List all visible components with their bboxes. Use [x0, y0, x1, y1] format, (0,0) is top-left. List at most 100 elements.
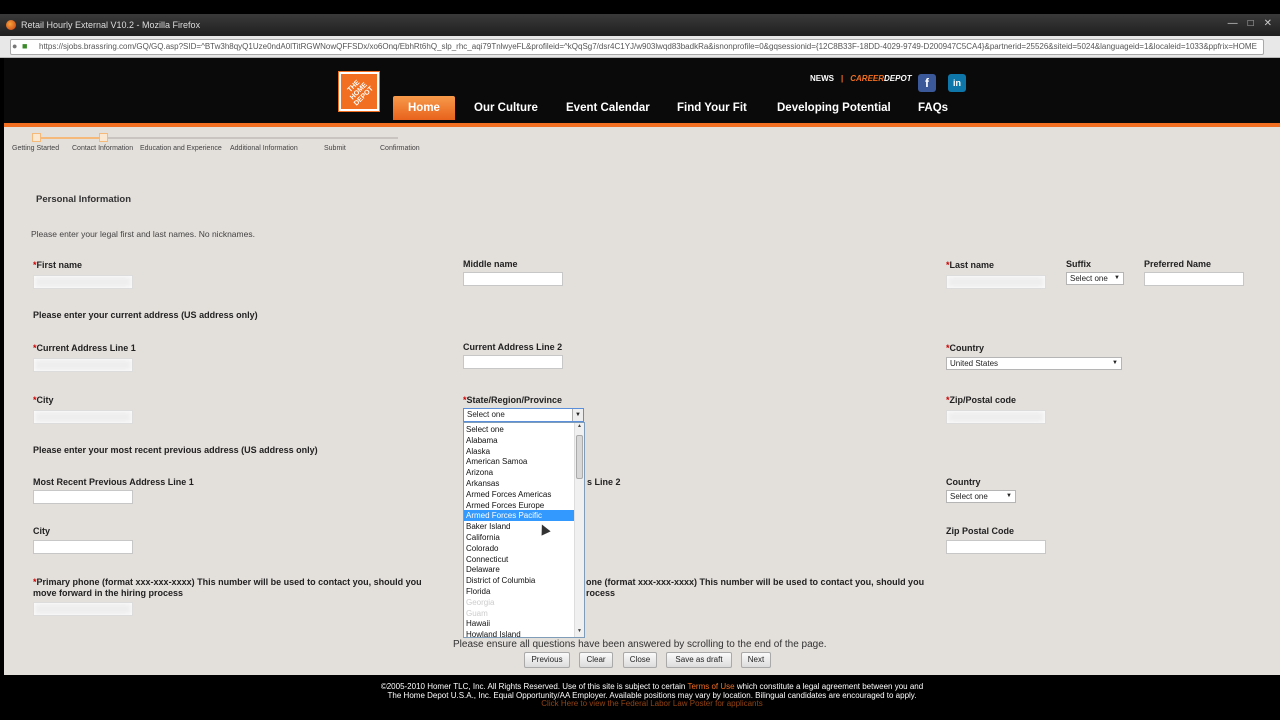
last-name-field[interactable]	[946, 275, 1046, 289]
middle-name-field[interactable]	[463, 272, 563, 286]
address-instruction: Please enter your current address (US ad…	[33, 310, 258, 320]
step-getting-started: Getting Started	[12, 145, 60, 152]
top-links: NEWS | CAREERDEPOT	[810, 74, 912, 83]
browser-urlbar: https://sjobs.brassring.com/GQ/GQ.asp?SI…	[0, 36, 1280, 58]
maximize-icon[interactable]: □	[1248, 18, 1254, 29]
scroll-notice: Please ensure all questions have been an…	[453, 639, 827, 650]
primary-phone-field[interactable]	[33, 602, 133, 616]
firefox-icon	[6, 20, 16, 30]
previous-country-label: Country	[946, 477, 981, 487]
state-option[interactable]: Arkansas	[464, 478, 574, 489]
previous-button[interactable]: Previous	[524, 652, 570, 668]
state-option[interactable]: Armed Forces Americas	[464, 489, 574, 500]
previous-address-instruction: Please enter your most recent previous a…	[33, 445, 318, 455]
country-label: *Country	[946, 343, 985, 353]
chevron-down-icon: ▼	[1114, 275, 1120, 281]
save-draft-button[interactable]: Save as draft	[666, 652, 732, 668]
address-line1-field[interactable]	[33, 358, 133, 372]
previous-address-line1-label: Most Recent Previous Address Line 1	[33, 477, 194, 487]
chevron-down-icon[interactable]: ▼	[572, 409, 583, 421]
nav-home[interactable]: Home	[393, 96, 455, 120]
chevron-down-icon: ▼	[1006, 493, 1012, 499]
close-window-icon[interactable]: ✕	[1264, 18, 1272, 29]
previous-address-line2-label: s Line 2	[587, 477, 621, 487]
news-link[interactable]: NEWS	[810, 74, 834, 83]
previous-zip-field[interactable]	[946, 540, 1046, 554]
nav-developing-potential[interactable]: Developing Potential	[777, 96, 891, 120]
previous-city-field[interactable]	[33, 540, 133, 554]
terms-of-use-link[interactable]: Terms of Use	[687, 682, 734, 691]
country-select[interactable]: United States ▼	[946, 357, 1122, 370]
url-input[interactable]: https://sjobs.brassring.com/GQ/GQ.asp?SI…	[10, 39, 1264, 55]
browser-titlebar: Retail Hourly External V10.2 - Mozilla F…	[0, 14, 1280, 36]
state-option[interactable]: Alaska	[464, 446, 574, 457]
home-depot-logo[interactable]: THE HOME DEPOT	[338, 71, 380, 112]
minimize-icon[interactable]: —	[1228, 18, 1238, 29]
careerdepot-link[interactable]: CAREERDEPOT	[850, 74, 911, 83]
state-option[interactable]: Select one	[464, 424, 574, 435]
divider: |	[841, 74, 844, 83]
state-option[interactable]: Armed Forces Europe	[464, 500, 574, 511]
state-option[interactable]: Delaware	[464, 564, 574, 575]
state-option[interactable]: Guam	[464, 608, 574, 619]
step-marker	[99, 133, 108, 142]
step-contact-information: Contact Information	[72, 145, 134, 152]
secondary-phone-label-2: rocess	[586, 588, 616, 598]
progress-track	[106, 137, 398, 139]
nav-our-culture[interactable]: Our Culture	[474, 96, 538, 120]
state-option[interactable]: District of Columbia	[464, 575, 574, 586]
linkedin-icon[interactable]: in	[948, 74, 966, 92]
copyright-line: ©2005-2010 Homer TLC, Inc. All Rights Re…	[380, 682, 924, 691]
previous-city-label: City	[33, 526, 51, 536]
scroll-up-icon[interactable]: ▲	[575, 423, 584, 429]
nav-faqs[interactable]: FAQs	[918, 96, 948, 120]
state-dropdown-list[interactable]: Howland Island Hawaii Guam Georgia Florida Di…	[463, 422, 585, 638]
window-controls: — □ ✕	[1228, 18, 1272, 29]
nav-find-your-fit[interactable]: Find Your Fit	[677, 96, 747, 120]
facebook-icon[interactable]: f	[918, 74, 936, 92]
state-option[interactable]: Armed Forces Pacific	[464, 510, 574, 522]
state-option[interactable]: Arizona	[464, 467, 574, 478]
labor-law-link[interactable]: Click Here to view the Federal Labor Law…	[4, 699, 1280, 708]
first-name-field[interactable]	[33, 275, 133, 289]
suffix-select[interactable]: Select one ▼	[1066, 272, 1124, 285]
state-option[interactable]: Georgia	[464, 597, 574, 608]
primary-phone-label: *Primary phone (format xxx-xxx-xxxx) Thi…	[33, 577, 422, 598]
address-line1-label: *Current Address Line 1	[33, 343, 136, 353]
step-confirmation: Confirmation	[380, 145, 420, 152]
previous-country-select[interactable]: Select one ▼	[946, 490, 1016, 503]
close-button[interactable]: Close	[623, 652, 657, 668]
state-option[interactable]: Colorado	[464, 543, 574, 554]
city-field[interactable]	[33, 410, 133, 424]
state-option[interactable]: Alabama	[464, 435, 574, 446]
state-option[interactable]: Florida	[464, 586, 574, 597]
clear-button[interactable]: Clear	[579, 652, 613, 668]
identity-icon[interactable]: ●	[12, 41, 17, 51]
preferred-name-field[interactable]	[1144, 272, 1244, 286]
state-select[interactable]: Select one ▼	[463, 408, 584, 422]
state-option[interactable]: California	[464, 532, 574, 543]
step-additional-information: Additional Information	[230, 145, 298, 152]
state-option[interactable]: Howland Island	[464, 629, 574, 637]
progress-done	[36, 137, 103, 139]
state-option[interactable]: Connecticut	[464, 554, 574, 565]
zip-field[interactable]	[946, 410, 1046, 424]
nav-event-calendar[interactable]: Event Calendar	[566, 96, 650, 120]
state-option[interactable]: Baker Island	[464, 521, 574, 532]
dropdown-scrollbar[interactable]: ▲ ▼	[574, 423, 584, 637]
next-button[interactable]: Next	[741, 652, 771, 668]
names-instruction: Please enter your legal first and last n…	[31, 229, 255, 239]
site-footer: ©2005-2010 Homer TLC, Inc. All Rights Re…	[4, 675, 1280, 720]
state-option[interactable]: Hawaii	[464, 618, 574, 629]
previous-address-line1-field[interactable]	[33, 490, 133, 504]
suffix-label: Suffix	[1066, 259, 1092, 269]
section-title: Personal Information	[36, 194, 132, 205]
state-option[interactable]: American Samoa	[464, 456, 574, 467]
step-marker	[32, 133, 41, 142]
scrollbar-thumb[interactable]	[576, 435, 583, 479]
city-label: *City	[33, 395, 54, 405]
last-name-label: *Last name	[946, 260, 995, 270]
preferred-name-label: Preferred Name	[1144, 259, 1212, 269]
address-line2-field[interactable]	[463, 355, 563, 369]
scroll-down-icon[interactable]: ▼	[575, 628, 584, 634]
